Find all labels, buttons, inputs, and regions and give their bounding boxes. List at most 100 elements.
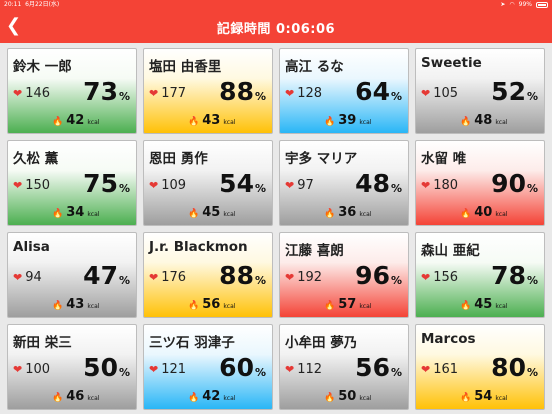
calories-unit: kcal [495,395,508,402]
participant-card[interactable]: 宇多 マリア ❤ 97 48% 🔥 36 kcal [279,140,409,226]
participant-card[interactable]: 塩田 由香里 ❤ 177 88% 🔥 43 kcal [143,48,273,134]
participant-card[interactable]: Sweetie ❤ 105 52% 🔥 48 kcal [415,48,545,134]
participant-card[interactable]: J.r. Blackmon ❤ 176 88% 🔥 56 kcal [143,232,273,318]
flame-icon: 🔥 [52,393,64,403]
flame-icon: 🔥 [188,209,200,219]
participant-name: Marcos [421,331,476,347]
heart-rate: ❤ 121 [149,362,186,377]
status-date: 6月22日(水) [25,1,60,8]
heart-rate: ❤ 97 [285,178,314,193]
participant-card[interactable]: 恩田 勇作 ❤ 109 54% 🔥 45 kcal [143,140,273,226]
heart-rate: ❤ 161 [421,362,458,377]
participant-card[interactable]: 鈴木 一郎 ❤ 146 73% 🔥 42 kcal [7,48,137,134]
heart-rate-value: 161 [433,362,459,377]
calories: 🔥 43 kcal [188,113,235,128]
calories: 🔥 34 kcal [52,205,99,220]
heart-icon: ❤ [285,363,295,376]
intensity-percent-value: 80 [491,353,526,382]
heart-rate-value: 128 [297,86,323,101]
calories: 🔥 40 kcal [460,205,507,220]
participant-name: Sweetie [421,55,482,71]
intensity-percent: 64% [355,77,402,106]
flame-icon: 🔥 [324,209,336,219]
calories: 🔥 56 kcal [188,297,235,312]
calories: 🔥 42 kcal [188,389,235,404]
heart-rate-value: 109 [161,178,187,193]
participant-name: 新田 栄三 [13,335,72,351]
intensity-percent-value: 47 [83,261,118,290]
participant-card[interactable]: 新田 栄三 ❤ 100 50% 🔥 46 kcal [7,324,137,410]
calories-unit: kcal [359,303,372,310]
calories-unit: kcal [87,119,100,126]
heart-rate: ❤ 156 [421,270,458,285]
intensity-percent: 90% [491,169,538,198]
participant-card[interactable]: 高江 るな ❤ 128 64% 🔥 39 kcal [279,48,409,134]
calories-unit: kcal [359,211,372,218]
heart-icon: ❤ [149,87,159,100]
status-bar: 20:11 6月22日(水) ➤ ◠ 99% [0,0,552,10]
calories: 🔥 46 kcal [52,389,99,404]
intensity-percent: 48% [355,169,402,198]
percent-unit: % [526,182,538,195]
heart-rate: ❤ 109 [149,178,186,193]
intensity-percent-value: 75 [83,169,118,198]
flame-icon: 🔥 [52,301,64,311]
flame-icon: 🔥 [460,393,472,403]
participant-card[interactable]: 江藤 喜朗 ❤ 192 96% 🔥 57 kcal [279,232,409,318]
intensity-percent-value: 96 [355,261,390,290]
flame-icon: 🔥 [324,301,336,311]
participant-name: 小牟田 夢乃 [285,335,358,351]
heart-icon: ❤ [13,179,23,192]
participant-name: 水留 唯 [421,151,467,167]
heart-rate-value: 192 [297,270,323,285]
page-title: 記録時間 0:06:06 [216,22,336,37]
participant-card[interactable]: Marcos ❤ 161 80% 🔥 54 kcal [415,324,545,410]
calories-value: 39 [338,113,357,128]
heart-rate: ❤ 192 [285,270,322,285]
heart-rate: ❤ 128 [285,86,322,101]
percent-unit: % [390,90,402,103]
intensity-percent: 73% [83,77,130,106]
participant-name: 宇多 マリア [285,151,358,167]
heart-icon: ❤ [285,179,295,192]
intensity-percent-value: 50 [83,353,118,382]
heart-rate-value: 97 [297,178,314,193]
percent-unit: % [390,274,402,287]
participant-card[interactable]: 三ツ石 羽津子 ❤ 121 60% 🔥 42 kcal [143,324,273,410]
calories-value: 45 [474,297,493,312]
flame-icon: 🔥 [324,393,336,403]
participant-card[interactable]: 久松 薫 ❤ 150 75% 🔥 34 kcal [7,140,137,226]
percent-unit: % [526,90,538,103]
participant-card[interactable]: 水留 唯 ❤ 180 90% 🔥 40 kcal [415,140,545,226]
participant-card[interactable]: Alisa ❤ 94 47% 🔥 43 kcal [7,232,137,318]
calories-value: 36 [338,205,357,220]
heart-rate: ❤ 105 [421,86,458,101]
calories-value: 57 [338,297,357,312]
intensity-percent: 75% [83,169,130,198]
calories-value: 42 [202,389,221,404]
calories: 🔥 54 kcal [460,389,507,404]
participant-card[interactable]: 森山 亜紀 ❤ 156 78% 🔥 45 kcal [415,232,545,318]
heart-rate: ❤ 176 [149,270,186,285]
intensity-percent: 52% [491,77,538,106]
intensity-percent: 56% [355,353,402,382]
intensity-percent-value: 88 [219,261,254,290]
heart-rate-value: 156 [433,270,459,285]
flame-icon: 🔥 [460,301,472,311]
heart-rate: ❤ 94 [13,270,42,285]
percent-unit: % [254,182,266,195]
intensity-percent: 80% [491,353,538,382]
flame-icon: 🔥 [324,117,336,127]
flame-icon: 🔥 [188,393,200,403]
participant-name: Alisa [13,239,50,255]
calories: 🔥 43 kcal [52,297,99,312]
calories-unit: kcal [495,211,508,218]
calories: 🔥 39 kcal [324,113,371,128]
nav-bar: ❮ 記録時間 0:06:06 [0,10,552,43]
participant-name: 鈴木 一郎 [13,59,72,75]
calories-value: 42 [66,113,85,128]
calories: 🔥 36 kcal [324,205,371,220]
percent-unit: % [118,182,130,195]
wifi-icon: ◠ [509,1,515,8]
participant-card[interactable]: 小牟田 夢乃 ❤ 112 56% 🔥 50 kcal [279,324,409,410]
